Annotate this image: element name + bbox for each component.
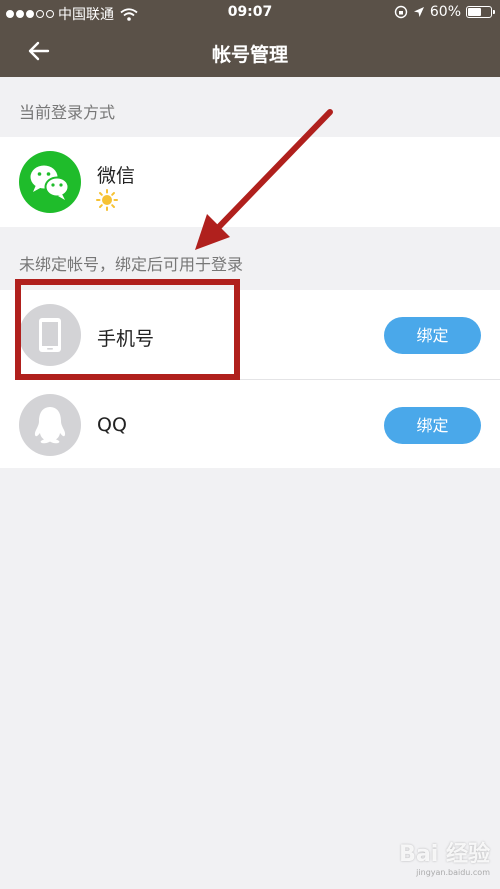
bind-qq-button[interactable]: 绑定 (384, 407, 481, 444)
section-label-current: 当前登录方式 (19, 103, 116, 122)
battery-icon (466, 6, 495, 18)
page-title: 帐号管理 (211, 44, 288, 66)
sun-icon (96, 189, 118, 211)
section-label-unbound: 未绑定帐号，绑定后可用于登录 (19, 255, 244, 274)
wechat-icon (19, 151, 81, 213)
nav-bar: 中国联通 09:07 60% 帐号管理 (0, 0, 500, 77)
location-icon (413, 7, 424, 17)
current-login-card: 微信 (0, 137, 500, 227)
status-bar: 中国联通 09:07 60% (0, 0, 500, 26)
account-name-qq: QQ (97, 414, 127, 436)
login-method-name: 微信 (97, 165, 136, 187)
watermark-text: Bai 经验 (399, 842, 490, 867)
watermark: Bai 经验 jingyan.baidu.com (399, 836, 490, 877)
rotation-lock-icon (394, 5, 408, 19)
bind-phone-button[interactable]: 绑定 (384, 317, 481, 354)
watermark-url: jingyan.baidu.com (416, 868, 490, 877)
annotation-highlight-box (15, 279, 240, 380)
battery-percent: 60% (429, 4, 461, 20)
qq-icon (19, 394, 81, 456)
